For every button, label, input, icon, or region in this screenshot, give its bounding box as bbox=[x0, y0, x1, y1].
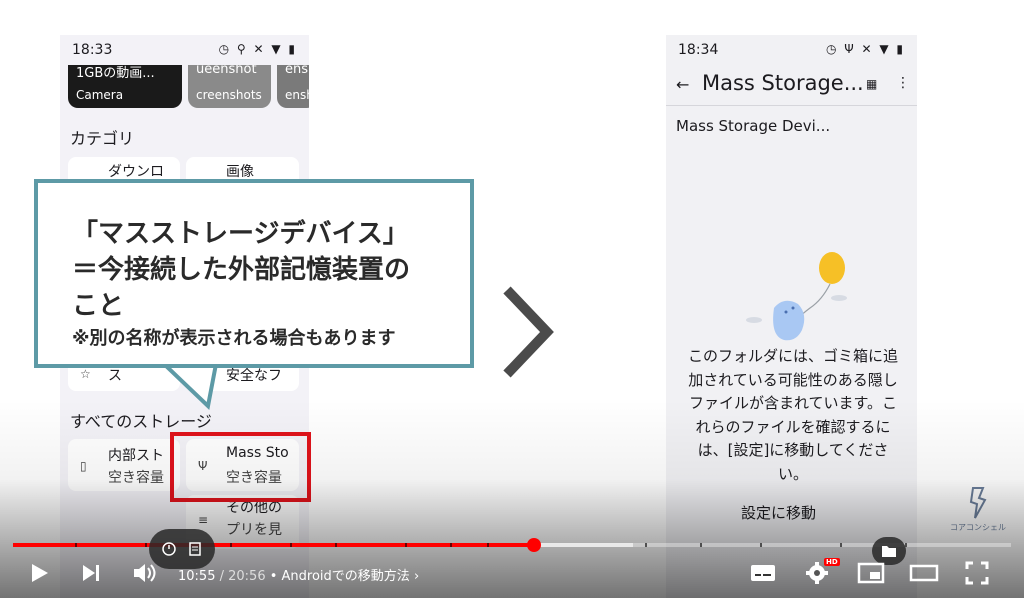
video-frame[interactable]: 18:33 ◷ ⚲ ✕ ▼ ▮ 1GBの動画... Camera ueensho… bbox=[0, 0, 1024, 598]
progress-played bbox=[13, 543, 534, 547]
chapter-marker bbox=[487, 543, 489, 547]
status-time: 18:33 bbox=[72, 42, 113, 58]
status-icons: ◷ Ψ ✕ ▼ ▮ bbox=[825, 42, 905, 56]
volume-icon[interactable] bbox=[132, 562, 160, 584]
chapter-marker bbox=[760, 543, 762, 547]
chapter-marker bbox=[335, 543, 337, 547]
folder-icon bbox=[882, 546, 896, 557]
callout-line-2: ＝今接続した外部記憶装置の bbox=[72, 255, 411, 285]
callout-tail bbox=[159, 362, 219, 410]
progress-scrubber[interactable] bbox=[527, 538, 541, 552]
album-label: Camera bbox=[76, 88, 124, 102]
storage-internal[interactable]: ▯ 内部スト 空き容量 bbox=[68, 439, 180, 491]
app-bar: ← Mass Storage... ▦ ⋮ bbox=[666, 65, 917, 105]
miniplayer-icon[interactable] bbox=[857, 562, 885, 584]
categories-heading: カテゴリ bbox=[70, 129, 135, 148]
chapter-arrow-icon[interactable]: › bbox=[414, 569, 419, 584]
status-icons: ◷ ⚲ ✕ ▼ ▮ bbox=[218, 42, 297, 56]
highlight-box bbox=[170, 432, 311, 502]
album-camera[interactable]: 1GBの動画... Camera bbox=[68, 65, 182, 108]
go-to-settings-button[interactable]: 設定に移動 bbox=[741, 502, 816, 523]
chapter-marker bbox=[450, 543, 452, 547]
chapter-marker bbox=[700, 543, 702, 547]
album-label: enshots bbox=[285, 88, 309, 102]
watermark-logo-icon bbox=[969, 487, 987, 519]
empty-state-illustration bbox=[746, 252, 847, 341]
album-more[interactable]: ens enshots bbox=[277, 65, 309, 108]
fullscreen-icon[interactable] bbox=[965, 561, 989, 585]
callout-line-3: こと bbox=[72, 291, 125, 321]
app-bar-title: Mass Storage... bbox=[702, 71, 864, 95]
chapter-marker bbox=[75, 543, 77, 547]
menu-icon: ≡ bbox=[198, 513, 209, 527]
chapter-marker bbox=[645, 543, 647, 547]
status-bar: 18:34 ◷ Ψ ✕ ▼ ▮ bbox=[666, 35, 917, 65]
timer-icon bbox=[162, 542, 176, 556]
channel-watermark[interactable]: コアコンシェル bbox=[944, 486, 1012, 536]
star-icon: ☆ bbox=[80, 367, 91, 381]
play-icon[interactable] bbox=[28, 562, 50, 584]
chapter-marker bbox=[230, 543, 232, 547]
callout-line-1: 「マスストレージデバイス」 bbox=[72, 219, 409, 249]
all-storage-heading: すべてのストレージ bbox=[70, 412, 212, 431]
breadcrumb[interactable]: Mass Storage Devi... bbox=[676, 117, 830, 135]
chevron-right-icon bbox=[503, 286, 554, 378]
chapter-marker bbox=[840, 543, 842, 547]
right-phone-screen: 18:34 ◷ Ψ ✕ ▼ ▮ ← Mass Storage... ▦ ⋮ Ma… bbox=[666, 35, 917, 598]
subtitles-icon[interactable] bbox=[750, 563, 776, 583]
album-label: creenshots bbox=[196, 88, 262, 102]
status-time: 18:34 bbox=[678, 42, 719, 58]
album-screenshots[interactable]: ueenshot creenshots bbox=[188, 65, 271, 108]
save-to-folder-button[interactable] bbox=[872, 537, 906, 565]
next-icon[interactable] bbox=[80, 563, 102, 583]
duration: 20:56 bbox=[228, 569, 266, 584]
grid-view-icon[interactable]: ▦ bbox=[866, 77, 877, 91]
divider bbox=[666, 105, 917, 106]
theater-mode-icon[interactable] bbox=[909, 563, 939, 583]
chapter-marker bbox=[290, 543, 292, 547]
more-options-icon[interactable]: ⋮ bbox=[896, 75, 910, 91]
empty-folder-message: このフォルダには、ゴミ箱に追加されている可能性のある隠しファイルが含まれています… bbox=[688, 347, 899, 483]
hd-badge: HD bbox=[824, 558, 840, 566]
callout-note: ※別の名称が表示される場合もあります bbox=[72, 328, 396, 349]
annotation-callout: 「マスストレージデバイス」 ＝今接続した外部記憶装置の こと ※別の名称が表示さ… bbox=[34, 179, 474, 368]
clipboard-icon bbox=[189, 542, 201, 556]
phone-icon: ▯ bbox=[80, 459, 87, 473]
status-bar: 18:33 ◷ ⚲ ✕ ▼ ▮ bbox=[60, 35, 309, 65]
back-arrow-icon[interactable]: ← bbox=[676, 75, 689, 94]
chapter-title[interactable]: Androidでの移動方法 bbox=[282, 569, 410, 584]
chapter-marker bbox=[145, 543, 147, 547]
time-display: 10:55 / 20:56 • Androidでの移動方法 › bbox=[178, 569, 420, 584]
current-time: 10:55 bbox=[178, 569, 216, 584]
chapter-marker bbox=[405, 543, 407, 547]
watermark-text: コアコンシェル bbox=[950, 523, 1006, 532]
